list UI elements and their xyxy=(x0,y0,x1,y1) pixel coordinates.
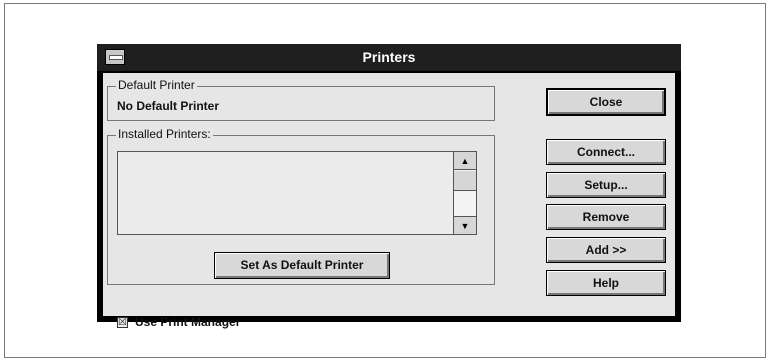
use-print-manager-label[interactable]: Use Print Manager xyxy=(135,315,240,329)
setup-button[interactable]: Setup... xyxy=(546,172,666,198)
default-printer-value: No Default Printer xyxy=(117,99,220,113)
scroll-thumb[interactable] xyxy=(454,171,476,191)
installed-printers-group: Installed Printers: ▲ ▼ Set As Default P… xyxy=(107,127,495,285)
setup-button-label: Setup... xyxy=(584,178,628,192)
connect-button[interactable]: Connect... xyxy=(546,139,666,165)
scroll-up-icon[interactable]: ▲ xyxy=(454,152,476,170)
close-button-label: Close xyxy=(589,95,623,109)
close-button[interactable]: Close xyxy=(546,88,666,116)
installed-printers-label: Installed Printers: xyxy=(116,127,213,141)
installed-printers-list[interactable]: ▲ ▼ xyxy=(117,151,477,235)
window-title: Printers xyxy=(362,49,416,65)
set-default-printer-label: Set As Default Printer xyxy=(240,258,364,272)
use-print-manager-checkbox[interactable]: ☒ xyxy=(117,317,128,328)
help-button[interactable]: Help xyxy=(546,270,666,296)
printers-dialog: Printers Default Printer No Default Prin… xyxy=(97,44,681,329)
set-default-printer-button[interactable]: Set As Default Printer xyxy=(214,252,390,279)
default-printer-label: Default Printer xyxy=(116,78,197,92)
add-button-label: Add >> xyxy=(585,243,627,257)
remove-button[interactable]: Remove xyxy=(546,204,666,230)
list-scrollbar[interactable]: ▲ ▼ xyxy=(453,152,476,234)
remove-button-label: Remove xyxy=(582,210,630,224)
scroll-down-icon[interactable]: ▼ xyxy=(454,216,476,234)
dialog-client-area: Default Printer No Default Printer Insta… xyxy=(103,73,675,329)
default-printer-group: Default Printer No Default Printer xyxy=(107,78,495,121)
title-bar[interactable]: Printers xyxy=(97,44,681,71)
help-button-label: Help xyxy=(592,276,619,290)
connect-button-label: Connect... xyxy=(576,145,635,159)
add-button[interactable]: Add >> xyxy=(546,237,666,263)
